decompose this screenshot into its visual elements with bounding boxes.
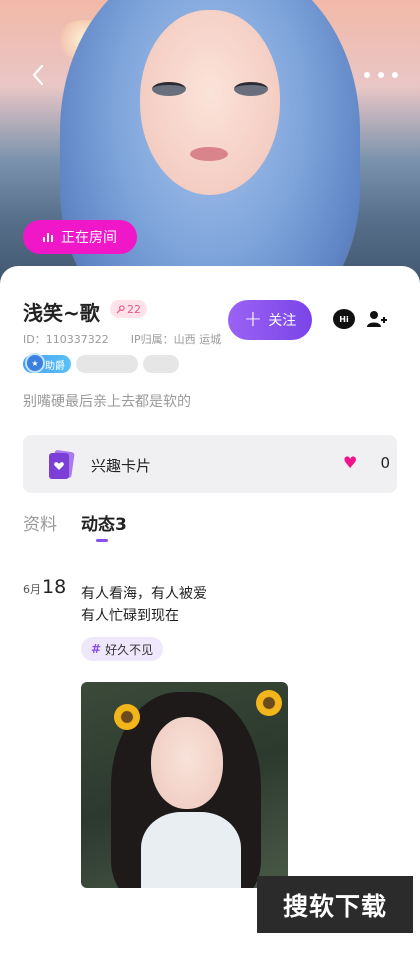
more-dot: [392, 72, 398, 78]
audio-bars-icon: [43, 232, 53, 242]
hi-text: Hi: [339, 314, 349, 324]
profile-meta: ID：110337322 IP归属：山西 运城: [23, 331, 221, 347]
profile-name: 浅笑~歌: [23, 301, 100, 325]
cover-eye-left: [152, 82, 186, 96]
cards-icon: [49, 450, 75, 479]
profile-tags: ★ 助爵: [23, 353, 179, 373]
tag-placeholder: [143, 355, 179, 373]
cover-lips: [190, 147, 228, 161]
say-hi-icon[interactable]: Hi: [333, 309, 355, 329]
post-text: 有人看海，有人被爱 有人忙碌到现在: [81, 586, 207, 624]
more-dot: [364, 72, 370, 78]
cover-face: [140, 10, 280, 195]
heart-icon[interactable]: ♥: [343, 455, 357, 471]
follow-label: 关注: [268, 313, 297, 329]
plus-icon: +: [243, 307, 263, 332]
post-image[interactable]: [81, 682, 288, 888]
sunflower: [114, 704, 140, 730]
post-month: 6月: [23, 583, 41, 596]
level-value: 22: [127, 302, 141, 316]
watermark-logo: 搜软下载: [257, 876, 413, 933]
tag-placeholder: [76, 355, 138, 373]
tab-feed[interactable]: 动态3: [81, 510, 127, 535]
chevron-left-icon: [32, 64, 44, 86]
image-face: [151, 717, 223, 809]
key-icon: [116, 304, 125, 314]
more-button[interactable]: [364, 62, 398, 88]
interest-card[interactable]: 兴趣卡片 ♥ 0: [23, 435, 397, 493]
follow-button[interactable]: + 关注: [228, 300, 312, 340]
noble-badge-label: 助爵: [45, 360, 65, 372]
ip-location: IP归属：山西 运城: [130, 333, 222, 346]
in-room-label: 正在房间: [61, 230, 117, 246]
interest-card-label: 兴趣卡片: [91, 457, 152, 475]
hashtag-icon: #: [91, 642, 102, 656]
level-badge: 22: [110, 300, 147, 318]
noble-badge: ★ 助爵: [23, 353, 71, 373]
hashtag-label: 好久不见: [105, 642, 154, 657]
in-room-button[interactable]: 正在房间: [23, 220, 137, 254]
active-tab-indicator: [96, 539, 108, 542]
back-button[interactable]: [25, 62, 51, 88]
sunflower: [256, 690, 282, 716]
image-blouse: [141, 812, 241, 888]
like-count: 0: [380, 454, 390, 472]
post-day: 18: [42, 576, 67, 598]
cover-eye-right: [234, 82, 268, 96]
star-icon: ★: [25, 353, 45, 373]
post-hashtag[interactable]: # 好久不见: [81, 637, 164, 661]
profile-bio: 别嘴硬最后亲上去都是软的: [23, 394, 191, 410]
more-dot: [378, 72, 384, 78]
post-date: 6月 18: [23, 576, 66, 598]
user-id: ID：110337322: [23, 333, 109, 346]
add-user-icon[interactable]: [366, 309, 388, 329]
tab-profile-info[interactable]: 资料: [23, 510, 57, 535]
